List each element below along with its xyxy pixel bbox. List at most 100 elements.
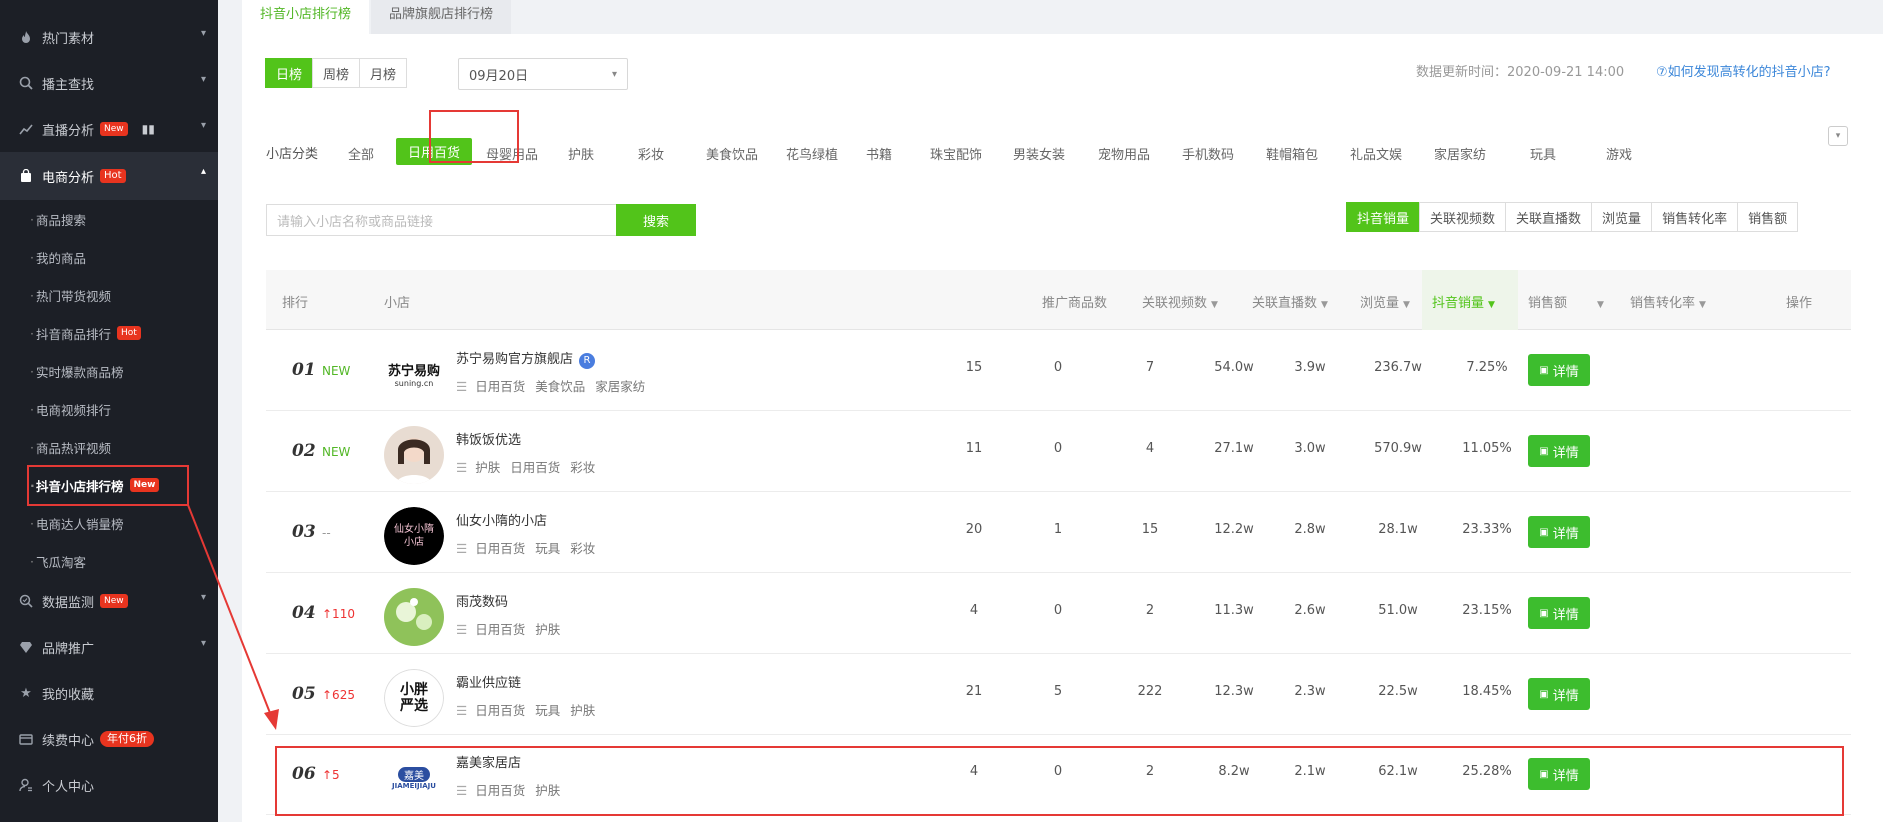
avatar-text: 小胖严选 bbox=[400, 682, 428, 714]
bag-icon: ▣ bbox=[1539, 364, 1549, 376]
category-gifts[interactable]: 礼品文娱 bbox=[1350, 144, 1402, 163]
sidebar-sub-label: 热门带货视频 bbox=[36, 288, 112, 304]
header-products: 推广商品数 bbox=[1042, 296, 1108, 311]
category-baby[interactable]: 母婴用品 bbox=[486, 144, 538, 163]
avatar[interactable] bbox=[384, 426, 444, 484]
detail-button[interactable]: ▣ 详情 bbox=[1528, 758, 1590, 790]
period-weekly-button[interactable]: 周榜 bbox=[312, 58, 361, 88]
sidebar-item-ecommerce-analysis[interactable]: 电商分析 Hot ▴ bbox=[0, 152, 218, 200]
shop-name-link[interactable]: 韩饭饭优选 bbox=[456, 429, 521, 448]
detail-button[interactable]: ▣ 详情 bbox=[1528, 435, 1590, 467]
sidebar-item-label: 播主查找 bbox=[42, 77, 95, 93]
sidebar-item-streamer-search[interactable]: 播主查找 ▾ bbox=[0, 60, 218, 106]
sidebar-sub-label: 我的商品 bbox=[36, 250, 87, 266]
sidebar-sub-talent-sales[interactable]: 电商达人销量榜 bbox=[0, 504, 218, 542]
category-shoes-bags[interactable]: 鞋帽箱包 bbox=[1266, 144, 1318, 163]
avatar[interactable]: 苏宁易购 suning.cn bbox=[384, 345, 444, 403]
header-revenue-sort[interactable]: 销售额 ▼ bbox=[1528, 292, 1604, 311]
sort-videos-button[interactable]: 关联视频数 bbox=[1419, 202, 1507, 232]
shop-name-link[interactable]: 苏宁易购官方旗舰店 R bbox=[456, 348, 596, 369]
sort-lives-button[interactable]: 关联直播数 bbox=[1505, 202, 1593, 232]
sidebar-sub-realtime-hits[interactable]: 实时爆款商品榜 bbox=[0, 352, 218, 390]
shop-name-link[interactable]: 仙女小隋的小店 bbox=[456, 510, 547, 529]
table-row: 04 ↑110 雨茂数码 ☰ 日用百货 护肤 4 0 2 11.3w 2.6w 51.0w 23.15%… bbox=[266, 573, 1851, 654]
header-views-sort[interactable]: 浏览量 ▼ bbox=[1360, 292, 1410, 311]
list-icon: ☰ bbox=[456, 703, 468, 718]
tab-brand-ranking[interactable]: 品牌旗舰店排行榜 bbox=[371, 0, 512, 34]
avatar[interactable]: 小胖严选 bbox=[384, 669, 444, 727]
category-toys[interactable]: 玩具 bbox=[1530, 144, 1556, 163]
category-food[interactable]: 美食饮品 bbox=[706, 144, 758, 163]
shop-name-link[interactable]: 霸业供应链 bbox=[456, 672, 521, 691]
verified-icon: R bbox=[579, 353, 596, 369]
detail-button[interactable]: ▣ 详情 bbox=[1528, 354, 1590, 386]
detail-button[interactable]: ▣ 详情 bbox=[1528, 516, 1590, 548]
list-icon: ☰ bbox=[456, 460, 468, 475]
avatar[interactable]: 嘉美 JIAMEIJIAJU bbox=[384, 749, 444, 807]
sort-revenue-button[interactable]: 销售额 bbox=[1737, 202, 1799, 232]
sidebar-item-renewal[interactable]: 续费中心 年付6折 bbox=[0, 716, 218, 762]
expand-categories-button[interactable]: ▾ bbox=[1828, 126, 1848, 146]
detail-label: 详情 bbox=[1552, 688, 1579, 704]
sidebar-sub-feigua-taoke[interactable]: 飞瓜淘客 bbox=[0, 542, 218, 580]
tab-shop-ranking[interactable]: 抖音小店排行榜 bbox=[242, 0, 370, 34]
sidebar-sub-video-ranking[interactable]: 电商视频排行 bbox=[0, 390, 218, 428]
sidebar-sub-shop-ranking[interactable]: 抖音小店排行榜 New bbox=[0, 466, 218, 504]
list-icon: ☰ bbox=[456, 541, 468, 556]
cell-revenue: 62.1w bbox=[1378, 764, 1418, 779]
help-link[interactable]: ⑦如何发现高转化的抖音小店? bbox=[1656, 61, 1831, 80]
category-jewelry[interactable]: 珠宝配饰 bbox=[930, 144, 982, 163]
sidebar-sub-product-ranking[interactable]: 抖音商品排行 Hot bbox=[0, 314, 218, 352]
detail-label: 详情 bbox=[1552, 445, 1579, 461]
rank-trend: NEW bbox=[322, 445, 351, 459]
search-button[interactable]: 搜索 bbox=[616, 204, 696, 236]
header-sales-sort[interactable]: 抖音销量 ▼ bbox=[1432, 292, 1495, 311]
category-all[interactable]: 全部 bbox=[348, 144, 374, 163]
cell-sales: 3.0w bbox=[1294, 441, 1326, 456]
sort-sales-button[interactable]: 抖音销量 bbox=[1346, 202, 1421, 232]
category-digital[interactable]: 手机数码 bbox=[1182, 144, 1234, 163]
sidebar-item-favorites[interactable]: ★ 我的收藏 bbox=[0, 670, 218, 716]
bag-icon: ▣ bbox=[1539, 445, 1549, 457]
avatar[interactable]: 仙女小隋小店 bbox=[384, 507, 444, 565]
list-icon: ☰ bbox=[456, 622, 468, 637]
category-pets[interactable]: 宠物用品 bbox=[1098, 144, 1150, 163]
cell-videos: 5 bbox=[1053, 684, 1063, 699]
category-books[interactable]: 书籍 bbox=[866, 144, 892, 163]
sidebar-sub-product-search[interactable]: 商品搜索 bbox=[0, 200, 218, 238]
sort-conversion-button[interactable]: 销售转化率 bbox=[1651, 202, 1739, 232]
cell-lives: 2 bbox=[1145, 603, 1155, 618]
sidebar-sub-comment-videos[interactable]: 商品热评视频 bbox=[0, 428, 218, 466]
shop-tags: ☰ 日用百货 护肤 bbox=[456, 619, 570, 638]
sidebar-item-data-monitor[interactable]: 数据监测 New ▾ bbox=[0, 578, 218, 624]
sidebar-item-hot-material[interactable]: 热门素材 ▾ bbox=[0, 14, 218, 60]
date-select[interactable]: 09月20日 ▾ bbox=[458, 58, 628, 90]
period-monthly-button[interactable]: 月榜 bbox=[359, 58, 408, 88]
category-makeup[interactable]: 彩妆 bbox=[638, 144, 664, 163]
category-skincare[interactable]: 护肤 bbox=[568, 144, 594, 163]
shop-name-link[interactable]: 嘉美家居店 bbox=[456, 752, 521, 771]
category-clothing[interactable]: 男装女装 bbox=[1013, 144, 1065, 163]
discount-badge: 年付6折 bbox=[100, 731, 155, 747]
period-daily-button[interactable]: 日榜 bbox=[265, 58, 314, 88]
sidebar-item-brand-promo[interactable]: 品牌推广 ▾ bbox=[0, 624, 218, 670]
header-conversion-sort[interactable]: 销售转化率 ▼ bbox=[1630, 292, 1706, 311]
category-plants[interactable]: 花鸟绿植 bbox=[786, 144, 838, 163]
detail-button[interactable]: ▣ 详情 bbox=[1528, 597, 1590, 629]
chevron-down-icon: ▾ bbox=[200, 592, 206, 603]
sidebar-item-profile[interactable]: 个人中心 bbox=[0, 762, 218, 808]
detail-button[interactable]: ▣ 详情 bbox=[1528, 678, 1590, 710]
category-home[interactable]: 家居家纺 bbox=[1434, 144, 1486, 163]
category-daily-goods[interactable]: 日用百货 bbox=[396, 138, 473, 165]
header-videos-sort[interactable]: 关联视频数 ▼ bbox=[1142, 292, 1218, 311]
sidebar-sub-hot-videos[interactable]: 热门带货视频 bbox=[0, 276, 218, 314]
category-games[interactable]: 游戏 bbox=[1606, 144, 1632, 163]
sort-views-button[interactable]: 浏览量 bbox=[1591, 202, 1653, 232]
search-icon bbox=[18, 75, 34, 91]
sidebar-item-live-analysis[interactable]: 直播分析 New ▮▮ ▾ bbox=[0, 106, 218, 152]
sidebar-sub-my-products[interactable]: 我的商品 bbox=[0, 238, 218, 276]
avatar[interactable] bbox=[384, 588, 444, 646]
header-lives-sort[interactable]: 关联直播数 ▼ bbox=[1252, 292, 1328, 311]
shop-name-link[interactable]: 雨茂数码 bbox=[456, 591, 508, 610]
search-input[interactable]: 请输入小店名称或商品链接 bbox=[266, 204, 616, 236]
